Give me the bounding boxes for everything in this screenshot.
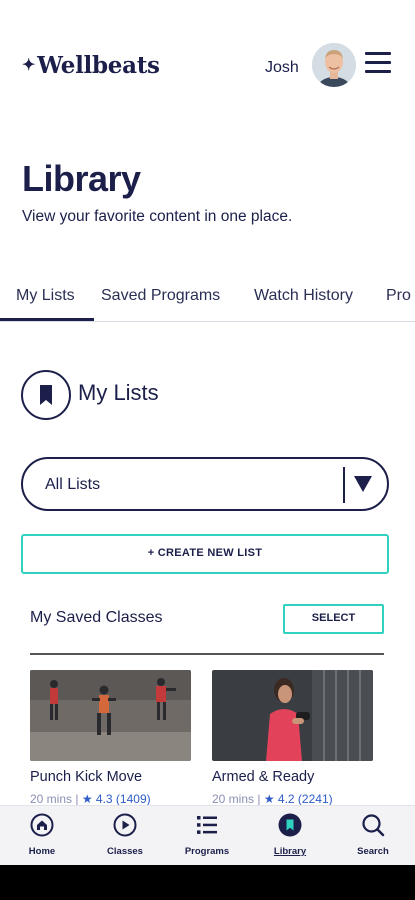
play-icon	[113, 813, 137, 837]
class-rating: ★ 4.3 (1409)	[81, 792, 151, 806]
page-subtitle: View your favorite content in one place.	[22, 208, 293, 225]
library-tabs: My Lists Saved Programs Watch History Pr…	[0, 280, 415, 322]
class-title: Armed & Ready	[212, 769, 315, 785]
status-bar-area	[0, 0, 415, 40]
tab-saved-programs[interactable]: Saved Programs	[101, 287, 220, 305]
search-icon	[362, 814, 385, 837]
active-tab-indicator	[0, 318, 94, 321]
logo-text: Wellbeats	[37, 52, 160, 79]
hamburger-menu-icon[interactable]	[365, 52, 391, 74]
nav-library-label: Library	[273, 846, 307, 857]
nav-home-label: Home	[28, 846, 56, 857]
class-thumbnail	[30, 670, 191, 761]
class-card[interactable]: Punch Kick Move 20 mins | ★ 4.3 (1409)	[30, 670, 192, 806]
nav-library[interactable]: Library	[255, 806, 325, 865]
class-title: Punch Kick Move	[30, 769, 143, 785]
nav-classes-label: Classes	[107, 846, 143, 857]
class-duration: 20 mins |	[212, 792, 261, 806]
nav-programs[interactable]: Programs	[172, 806, 242, 865]
nav-home[interactable]: Home	[7, 806, 77, 865]
class-thumbnail	[212, 670, 373, 761]
app-header: ✦Wellbeats Josh	[0, 40, 415, 92]
nav-programs-label: Programs	[184, 846, 230, 857]
class-meta: 20 mins | ★ 4.2 (2241)	[212, 792, 374, 806]
selected-list-value: All Lists	[45, 476, 101, 493]
my-lists-heading: My Lists	[78, 380, 159, 405]
tab-programs-partial[interactable]: Pro	[386, 287, 411, 305]
create-new-list-button[interactable]: + CREATE NEW LIST	[21, 534, 389, 574]
class-meta: 20 mins | ★ 4.3 (1409)	[30, 792, 192, 806]
home-icon	[30, 813, 54, 837]
saved-classes-heading: My Saved Classes	[30, 609, 163, 626]
wellbeats-logo[interactable]: ✦Wellbeats	[22, 52, 160, 79]
select-button[interactable]: SELECT	[283, 604, 384, 634]
select-divider	[343, 467, 345, 503]
nav-classes[interactable]: Classes	[90, 806, 160, 865]
bookmark-circle-icon	[21, 370, 71, 420]
tab-my-lists[interactable]: My Lists	[16, 287, 75, 305]
class-duration: 20 mins |	[30, 792, 79, 806]
bottom-navigation: Home Classes Programs Library Search	[0, 805, 415, 865]
tab-watch-history[interactable]: Watch History	[254, 287, 353, 305]
avatar-photo	[312, 43, 356, 87]
list-filter-select[interactable]: All Lists	[21, 457, 389, 511]
app-screen: ✦Wellbeats Josh Library View your favori…	[0, 0, 415, 865]
user-name: Josh	[265, 59, 299, 76]
class-rating: ★ 4.2 (2241)	[263, 792, 333, 806]
bookmark-icon	[278, 813, 302, 837]
dropdown-arrow-icon	[354, 476, 372, 492]
avatar[interactable]	[312, 43, 356, 87]
nav-search-label: Search	[357, 846, 389, 857]
section-divider	[30, 653, 384, 655]
list-icon	[197, 816, 217, 834]
class-card[interactable]: Armed & Ready 20 mins | ★ 4.2 (2241)	[212, 670, 374, 806]
page-title: Library	[22, 158, 141, 199]
nav-search[interactable]: Search	[338, 806, 408, 865]
logo-star-icon: ✦	[22, 55, 36, 74]
